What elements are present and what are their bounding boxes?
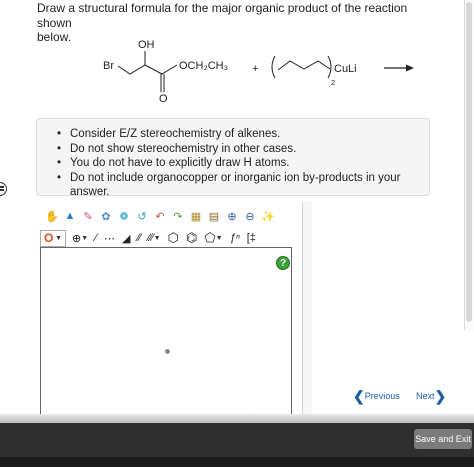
next-button[interactable]: Next ❯ — [416, 388, 447, 404]
lasso-icon[interactable]: ✿ — [98, 208, 114, 224]
wedge-bond-icon[interactable]: ◢ — [120, 229, 132, 247]
double-bond-icon[interactable]: ∕∕ — [135, 229, 143, 247]
cuprate-label: CuLi — [334, 63, 357, 75]
triple-bond-selector[interactable]: ∕∕∕ ▼ — [146, 229, 162, 247]
bracket-tool-icon[interactable]: [‡ — [245, 229, 258, 247]
clean-structure-icon[interactable]: ✨ — [260, 208, 276, 224]
eraser-icon[interactable]: ✎ — [80, 208, 96, 224]
page-scrollbar-thumb[interactable] — [466, 2, 472, 322]
question-line-1: Draw a structural formula for the major … — [37, 1, 408, 30]
undo-icon[interactable]: ↶ — [152, 208, 168, 224]
butyl-chain — [277, 60, 331, 71]
reaction-arrow-head-icon — [406, 64, 414, 72]
left-paren-icon — [271, 55, 276, 79]
element-selector[interactable]: O ▼ — [40, 229, 66, 247]
erase-bucket-icon[interactable]: ▲ — [62, 208, 78, 224]
chevron-right-icon: ❯ — [434, 388, 447, 404]
right-paren-icon — [327, 55, 332, 79]
rotate-group-icon[interactable]: ❁ — [116, 208, 132, 224]
hint-item: Do not show stereochemistry in other cas… — [57, 142, 429, 157]
charge-selector[interactable]: ⊕ ▼ — [70, 229, 90, 247]
editor-toolbar-top: ✋ ▲ ✎ ✿ ❁ ↺ ↶ ↷ ▦ ▤ ⊕ ⊖ ✨ — [44, 205, 278, 227]
reaction-scheme: Br OH O OCH₂CH₃ + 2 CuLi — [90, 32, 430, 112]
chevron-down-icon: ▼ — [153, 234, 161, 242]
footer-divider — [0, 414, 474, 423]
copy-icon[interactable]: ▦ — [188, 208, 204, 224]
hint-item: Do not include organocopper or inorganic… — [57, 171, 429, 200]
hydroxyl-label: OH — [138, 39, 155, 51]
previous-button[interactable]: ❮ Previous — [353, 388, 400, 404]
bromine-label: Br — [103, 60, 114, 72]
help-button[interactable]: ? — [276, 256, 290, 270]
cuprate-subscript: 2 — [331, 78, 335, 87]
chevron-down-icon: ▼ — [81, 234, 89, 242]
benzene-icon[interactable]: ⌬ — [184, 229, 199, 247]
hand-tool-icon[interactable]: ✋ — [44, 208, 60, 224]
bottom-strip — [0, 457, 474, 467]
chevron-down-icon: ▼ — [55, 234, 62, 242]
footer-bar — [0, 423, 474, 457]
chevron-left-icon: ❮ — [353, 388, 365, 404]
arrow-electron-icon[interactable]: ↺ — [134, 208, 150, 224]
element-selected-label: O — [44, 231, 54, 245]
redo-icon[interactable]: ↷ — [170, 208, 186, 224]
canvas-center-marker — [165, 349, 170, 354]
plus-sign: + — [252, 63, 258, 75]
hints-list: Consider E/Z stereochemistry of alkenes.… — [37, 119, 429, 200]
editor-scrollbar[interactable] — [302, 202, 312, 418]
single-bond-icon[interactable]: ∕ — [93, 229, 99, 247]
drawing-canvas[interactable]: ? — [40, 247, 292, 417]
function-template-icon[interactable]: ƒⁿ — [228, 229, 242, 247]
hints-box: Consider E/Z stereochemistry of alkenes.… — [36, 118, 430, 198]
hint-item: You do not have to explicitly draw H ato… — [57, 156, 429, 171]
ring-selector[interactable]: ⬠ ▼ — [202, 229, 224, 247]
carbonyl-oxygen-label: O — [159, 93, 168, 105]
zoom-in-icon[interactable]: ⊕ — [224, 208, 240, 224]
side-panel-handle-icon[interactable] — [0, 182, 7, 196]
save-and-exit-button[interactable]: Save and Exit — [414, 429, 472, 449]
zoom-out-icon[interactable]: ⊖ — [242, 208, 258, 224]
paste-icon[interactable]: ▤ — [206, 208, 222, 224]
hint-item: Consider E/Z stereochemistry of alkenes. — [57, 127, 429, 142]
ethyl-ester-label: OCH₂CH₃ — [179, 60, 228, 72]
previous-label: Previous — [364, 391, 400, 401]
structure-editor: ✋ ▲ ✎ ✿ ❁ ↺ ↶ ↷ ▦ ▤ ⊕ ⊖ ✨ O ▼ ⊕ ▼ ∕ ⋯ ◢ … — [36, 202, 312, 418]
cyclohexane-icon[interactable]: ⬡ — [166, 229, 181, 247]
hashed-bond-icon[interactable]: ⋯ — [102, 229, 117, 247]
reaction-scheme-svg: Br OH O OCH₂CH₃ + 2 CuLi — [103, 39, 414, 105]
chevron-down-icon: ▼ — [215, 234, 223, 242]
next-label: Next — [416, 391, 435, 401]
reactant1-backbone — [117, 64, 178, 75]
editor-toolbar-bottom: O ▼ ⊕ ▼ ∕ ⋯ ◢ ∕∕ ∕∕∕ ▼ ⬡ ⌬ ⬠ ▼ ƒⁿ [‡ — [40, 227, 261, 249]
